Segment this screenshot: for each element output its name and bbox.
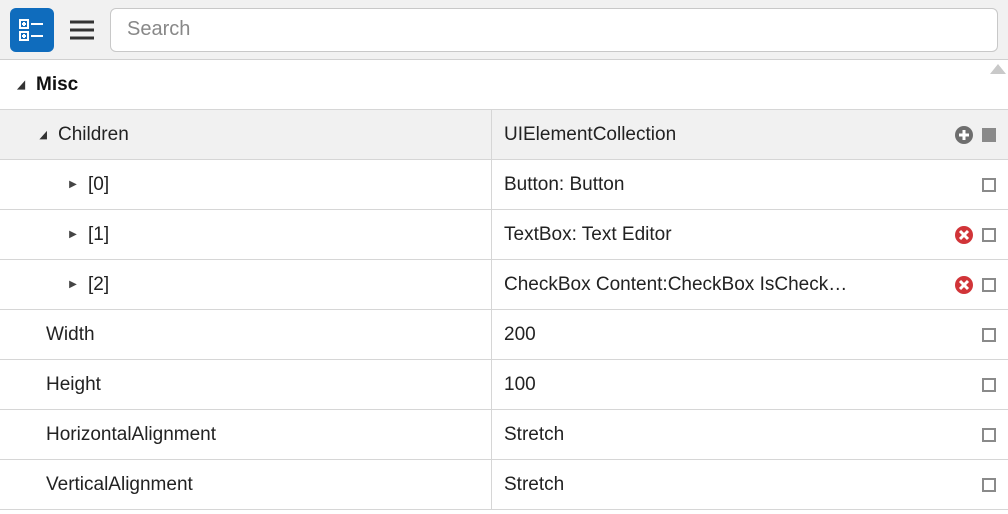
child-index-label: [0] xyxy=(88,174,109,196)
child-value: Button: Button xyxy=(504,174,974,196)
property-marker[interactable] xyxy=(982,128,996,142)
property-row-verticalalignment[interactable]: VerticalAlignment Stretch xyxy=(0,460,1008,510)
property-name: VerticalAlignment xyxy=(46,474,193,496)
child-index-label: [2] xyxy=(88,274,109,296)
property-marker[interactable] xyxy=(982,328,996,342)
child-value: TextBox: Text Editor xyxy=(504,224,946,246)
marker-icon xyxy=(982,428,996,442)
child-item-row[interactable]: [0] Button: Button xyxy=(0,160,1008,210)
property-name: Width xyxy=(46,324,95,346)
property-name: Height xyxy=(46,374,101,396)
chevron-down-icon[interactable] xyxy=(12,78,30,91)
property-marker[interactable] xyxy=(982,428,996,442)
chevron-down-icon[interactable] xyxy=(34,128,52,141)
child-item-row[interactable]: [2] CheckBox Content:CheckBox IsCheck… xyxy=(0,260,1008,310)
toolbar xyxy=(0,0,1008,60)
search-box[interactable] xyxy=(110,8,998,52)
property-row-horizontalalignment[interactable]: HorizontalAlignment Stretch xyxy=(0,410,1008,460)
child-value: CheckBox Content:CheckBox IsCheck… xyxy=(504,274,946,296)
marker-icon xyxy=(982,178,996,192)
marker-icon xyxy=(982,328,996,342)
marker-icon xyxy=(982,378,996,392)
property-value[interactable]: 200 xyxy=(504,324,974,346)
categorize-icon xyxy=(19,17,45,43)
property-row-height[interactable]: Height 100 xyxy=(0,360,1008,410)
child-index-label: [1] xyxy=(88,224,109,246)
property-name: Children xyxy=(58,124,129,146)
delete-circle-icon xyxy=(954,225,974,245)
add-item-button[interactable] xyxy=(954,125,974,145)
property-marker[interactable] xyxy=(982,228,996,242)
property-marker[interactable] xyxy=(982,178,996,192)
property-row-children[interactable]: Children UIElementCollection xyxy=(0,110,1008,160)
search-input[interactable] xyxy=(127,18,981,41)
chevron-right-icon[interactable] xyxy=(64,229,82,240)
property-marker[interactable] xyxy=(982,378,996,392)
marker-icon xyxy=(982,478,996,492)
property-name: HorizontalAlignment xyxy=(46,424,216,446)
property-marker[interactable] xyxy=(982,478,996,492)
marker-icon xyxy=(982,228,996,242)
property-row-width[interactable]: Width 200 xyxy=(0,310,1008,360)
chevron-right-icon[interactable] xyxy=(64,179,82,190)
scroll-up-indicator[interactable] xyxy=(990,64,1006,74)
marker-icon xyxy=(982,278,996,292)
property-marker[interactable] xyxy=(982,278,996,292)
delete-circle-icon xyxy=(954,275,974,295)
delete-item-button[interactable] xyxy=(954,225,974,245)
sort-button[interactable] xyxy=(64,12,100,48)
property-value[interactable]: Stretch xyxy=(504,424,974,446)
category-label: Misc xyxy=(36,74,78,96)
child-item-row[interactable]: [1] TextBox: Text Editor xyxy=(0,210,1008,260)
property-grid: Misc Children UIElementCollection [0] xyxy=(0,60,1008,510)
property-value[interactable]: Stretch xyxy=(504,474,974,496)
delete-item-button[interactable] xyxy=(954,275,974,295)
property-value: UIElementCollection xyxy=(504,124,946,146)
category-header-misc[interactable]: Misc xyxy=(0,60,1008,110)
marker-icon xyxy=(982,128,996,142)
property-value[interactable]: 100 xyxy=(504,374,974,396)
plus-circle-icon xyxy=(954,125,974,145)
chevron-right-icon[interactable] xyxy=(64,279,82,290)
sort-icon xyxy=(69,19,95,41)
categorize-button[interactable] xyxy=(10,8,54,52)
